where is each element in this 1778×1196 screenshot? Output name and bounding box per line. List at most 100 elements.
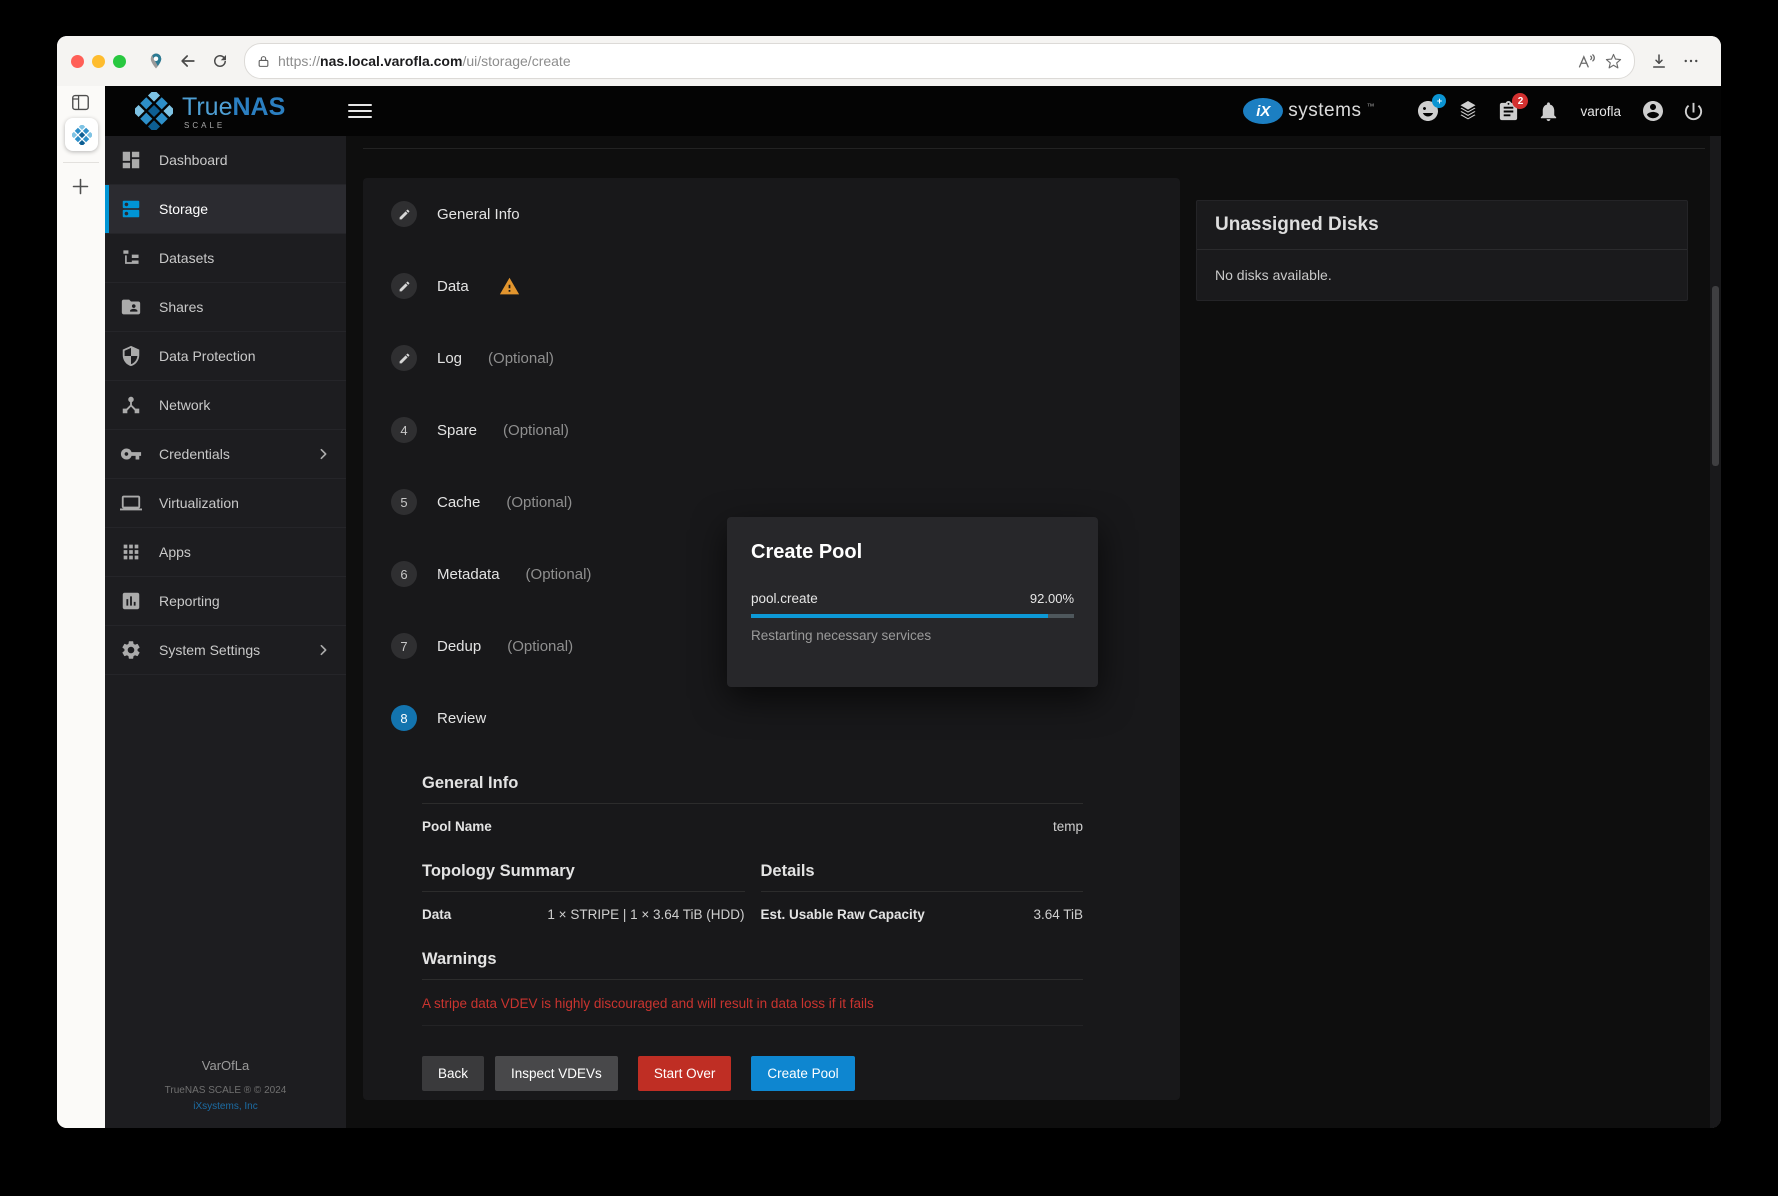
active-tab-truenas[interactable] [65, 118, 98, 151]
extension-pin-icon[interactable] [140, 45, 172, 77]
shares-icon [121, 299, 141, 315]
alerts-bell-icon[interactable] [1536, 99, 1560, 123]
chevron-right-icon [320, 448, 327, 460]
sidebar-item-apps[interactable]: Apps [105, 528, 346, 577]
sidebar-item-network[interactable]: Network [105, 381, 346, 430]
step-edit-icon [391, 345, 417, 371]
shield-icon [122, 345, 140, 367]
sidebar-item-credentials[interactable]: Credentials [105, 430, 346, 479]
datasets-icon [123, 250, 139, 264]
job-status-text: Restarting necessary services [751, 628, 932, 643]
create-pool-button[interactable]: Create Pool [751, 1056, 855, 1091]
new-tab-button[interactable] [70, 176, 91, 197]
sidebar-item-virtualization[interactable]: Virtualization [105, 479, 346, 528]
address-bar[interactable]: https://nas.local.varofla.com/ui/storage… [244, 43, 1635, 79]
ix-oval-icon: iX [1243, 98, 1284, 124]
minimize-window-button[interactable] [92, 54, 105, 68]
header-icon-group: + 2 varofla [1416, 93, 1705, 123]
review-general-heading: General Info [422, 774, 1083, 804]
window-controls [71, 54, 126, 68]
wizard-step-spare[interactable]: 4 Spare (Optional) [363, 394, 1180, 466]
wizard-step-general-info[interactable]: General Info [363, 178, 1180, 250]
power-icon[interactable] [1681, 99, 1705, 123]
sidebar-item-system-settings[interactable]: System Settings [105, 626, 346, 675]
create-pool-progress-dialog: Create Pool pool.create 92.00% Restartin… [727, 517, 1098, 687]
lock-icon [258, 55, 269, 67]
tab-strip-divider [63, 162, 99, 163]
unassigned-disks-empty-text: No disks available. [1215, 267, 1332, 283]
chevron-right-icon [320, 644, 327, 656]
sidebar-footer: VarOfLa TrueNAS SCALE ® © 2024 iXsystems… [105, 1058, 346, 1112]
content-top-divider [363, 148, 1705, 149]
truenas-page: TrueNAS SCALE iX systems ™ + 2 varofla D… [105, 86, 1721, 1128]
reload-button[interactable] [204, 45, 236, 77]
sidebar-item-data-protection[interactable]: Data Protection [105, 332, 346, 381]
truenas-wordmark: TrueNAS SCALE [182, 92, 286, 130]
sidebar-item-shares[interactable]: Shares [105, 283, 346, 332]
sidebar-item-storage[interactable]: Storage [105, 185, 346, 234]
topology-heading: Topology Summary [422, 862, 745, 892]
details-heading: Details [760, 862, 1083, 892]
jobs-icon[interactable]: 2 [1496, 93, 1529, 123]
step-edit-icon [391, 201, 417, 227]
url-text: https://nas.local.varofla.com/ui/storage… [278, 53, 571, 69]
scrollbar-thumb[interactable] [1712, 286, 1719, 466]
review-section: General Info Pool Name temp Topology Sum… [422, 774, 1083, 1091]
user-avatar-icon[interactable] [1641, 99, 1665, 123]
browser-toolbar: https://nas.local.varofla.com/ui/storage… [57, 36, 1721, 86]
wizard-step-data[interactable]: Data [363, 250, 1180, 322]
start-over-button[interactable]: Start Over [637, 1056, 732, 1091]
dashboard-icon [122, 151, 140, 169]
step-edit-icon [391, 273, 417, 299]
gear-icon [122, 641, 140, 659]
feedback-icon[interactable]: + [1416, 94, 1447, 123]
step-number: 6 [391, 561, 417, 587]
sidebar-item-reporting[interactable]: Reporting [105, 577, 346, 626]
sidebar-item-dashboard[interactable]: Dashboard [105, 136, 346, 185]
sidebar-toggle-icon[interactable] [71, 94, 90, 111]
pool-name-row: Pool Name temp [422, 819, 1083, 834]
warning-triangle-icon [499, 276, 520, 297]
feedback-badge: + [1432, 94, 1447, 108]
truenas-logo[interactable]: TrueNAS SCALE [135, 92, 285, 130]
ixsystems-link[interactable]: iXsystems, Inc [105, 1101, 346, 1112]
more-options-icon[interactable] [1675, 45, 1707, 77]
browser-window: https://nas.local.varofla.com/ui/storage… [57, 36, 1721, 1128]
page-scrollbar[interactable] [1710, 136, 1721, 1128]
inspect-vdevs-button[interactable]: Inspect VDEVs [495, 1056, 618, 1091]
wizard-step-log[interactable]: Log (Optional) [363, 322, 1180, 394]
laptop-icon [120, 495, 142, 511]
dialog-title: Create Pool [751, 541, 863, 563]
back-step-button[interactable]: Back [422, 1056, 485, 1091]
jobs-badge: 2 [1512, 93, 1529, 109]
menu-hamburger-icon[interactable] [348, 100, 373, 122]
wizard-buttons: Back Inspect VDEVs Start Over Create Poo… [422, 1056, 1083, 1091]
zoom-window-button[interactable] [113, 54, 126, 68]
back-button[interactable] [172, 45, 204, 77]
bookmark-star-icon[interactable] [1605, 53, 1622, 70]
close-window-button[interactable] [71, 54, 84, 68]
ixsystems-logo: iX systems ™ [1243, 98, 1374, 124]
topology-data-value: 1 × STRIPE | 1 × 3.64 TiB (HDD) [547, 907, 745, 922]
step-number: 5 [391, 489, 417, 515]
truecommand-icon[interactable] [1456, 99, 1480, 123]
sidebar-item-datasets[interactable]: Datasets [105, 234, 346, 283]
app-header: TrueNAS SCALE iX systems ™ + 2 varofla [105, 86, 1721, 136]
warnings-heading: Warnings [422, 950, 1083, 980]
storage-icon [122, 200, 140, 218]
capacity-row: Est. Usable Raw Capacity 3.64 TiB [760, 907, 1084, 922]
network-icon [122, 396, 140, 414]
progress-bar [751, 614, 1074, 618]
job-name-label: pool.create [751, 591, 818, 606]
screenshot-stage: https://nas.local.varofla.com/ui/storage… [0, 0, 1778, 1196]
reader-mode-icon[interactable] [1577, 53, 1597, 69]
wizard-step-review[interactable]: 8 Review [363, 682, 1180, 754]
vertical-tab-strip [57, 86, 105, 1128]
report-icon [122, 592, 140, 610]
unassigned-disks-card: Unassigned Disks No disks available. [1196, 200, 1688, 301]
apps-icon [123, 544, 139, 560]
download-icon[interactable] [1643, 45, 1675, 77]
job-percent-label: 92.00% [1029, 591, 1074, 606]
scale-label: SCALE [184, 120, 226, 130]
pool-name-value: temp [1052, 819, 1083, 834]
